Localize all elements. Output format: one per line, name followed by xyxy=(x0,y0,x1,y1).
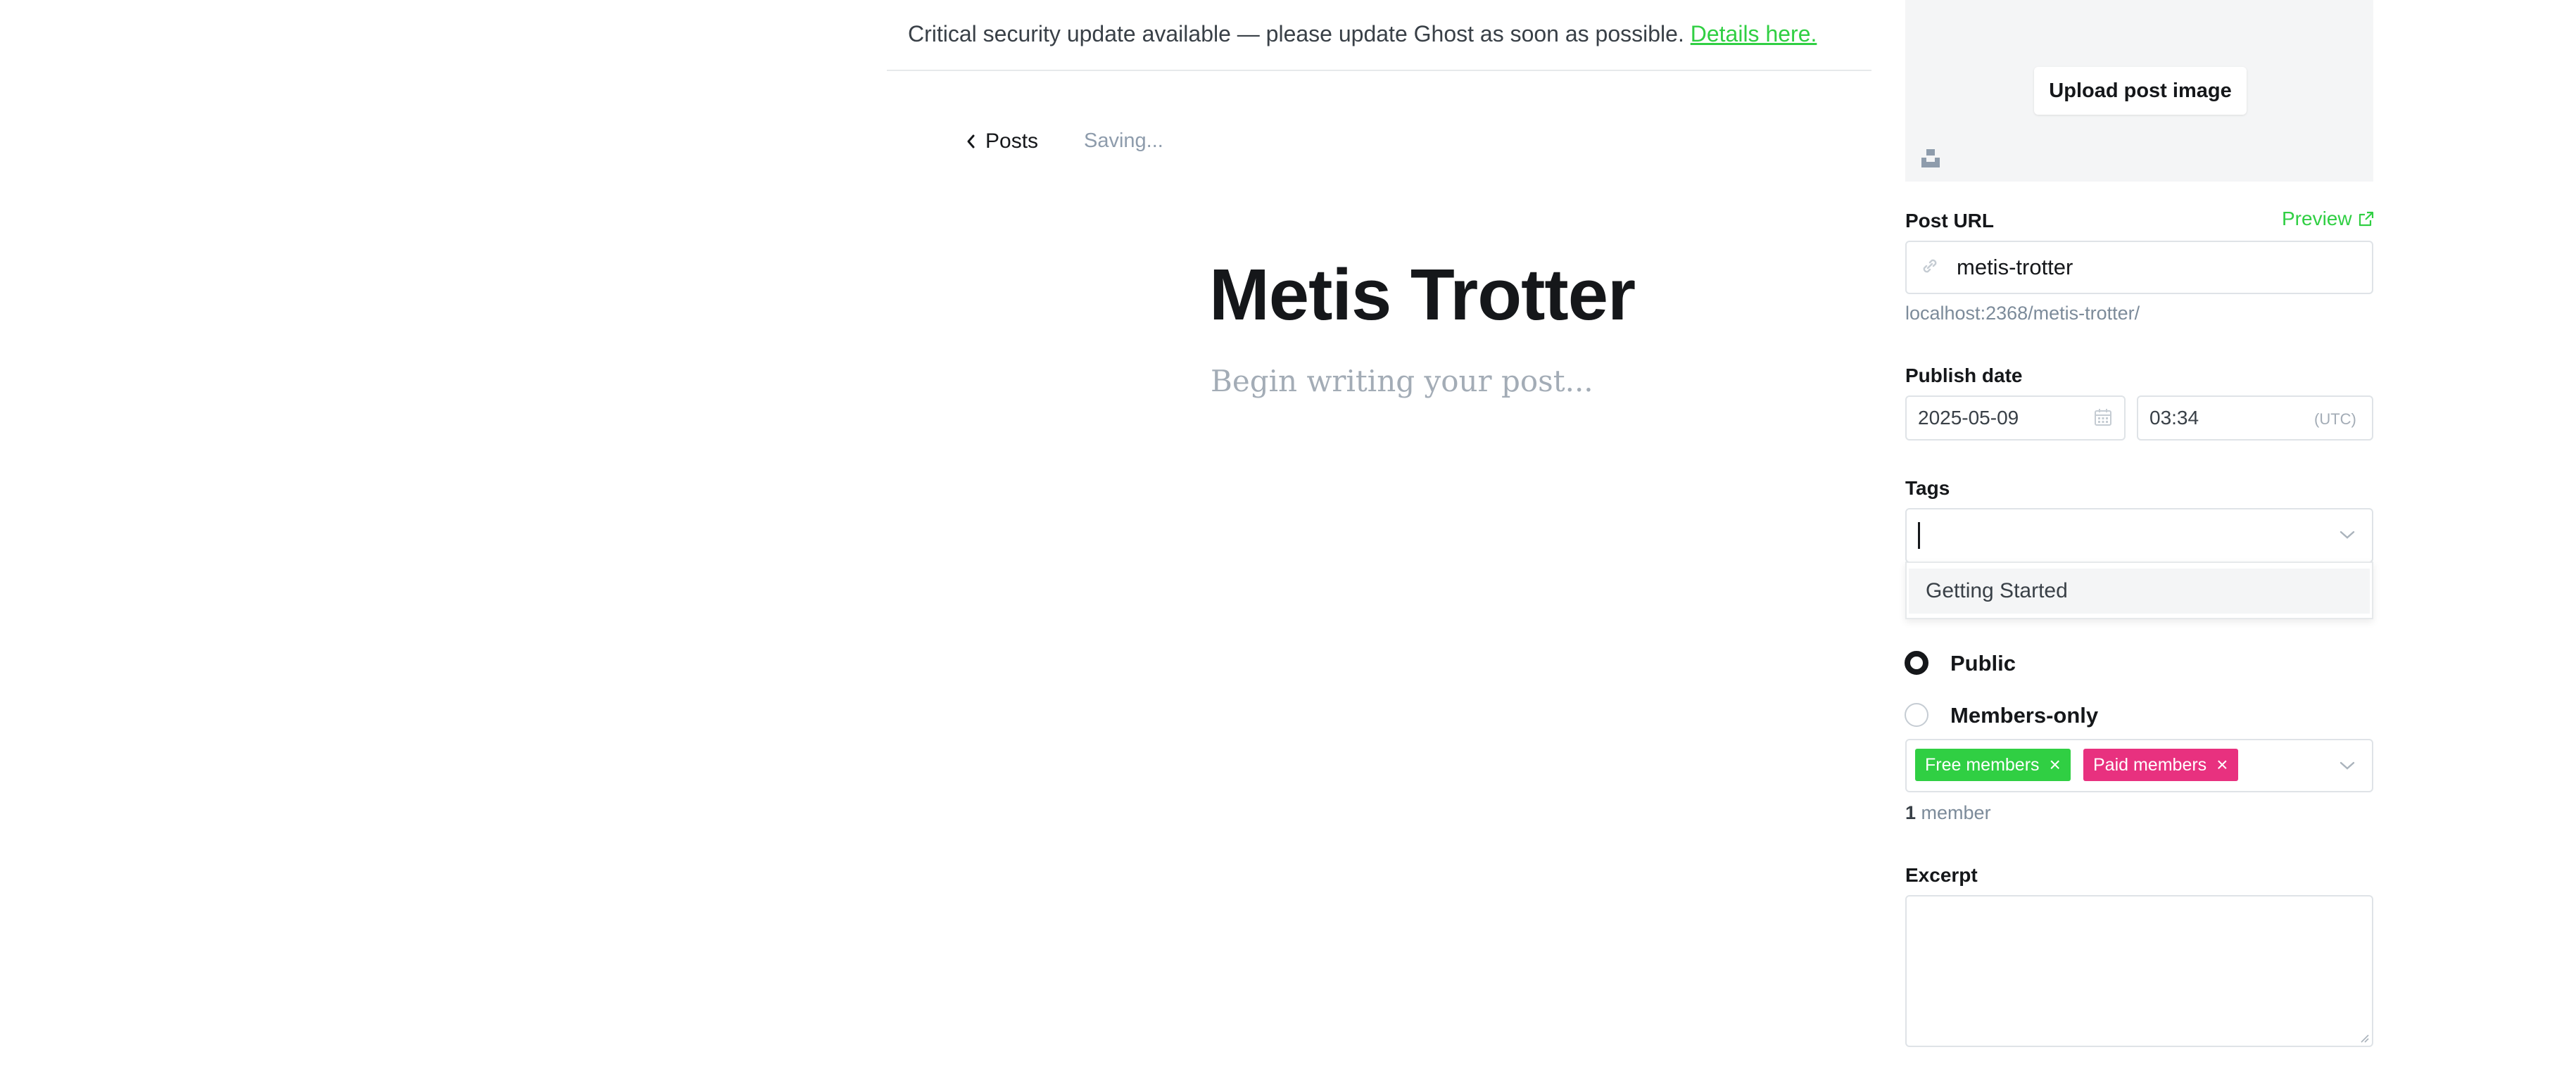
publish-time-value: 03:34 xyxy=(2149,407,2199,429)
text-cursor xyxy=(1918,522,1920,549)
chevron-left-icon xyxy=(967,134,975,148)
segment-chip-free: Free members × xyxy=(1915,749,2071,781)
preview-label: Preview xyxy=(2282,208,2352,229)
member-count-number: 1 xyxy=(1905,802,1917,823)
remove-paid-icon[interactable]: × xyxy=(2216,755,2228,775)
segment-paid-label: Paid members xyxy=(2093,754,2207,775)
segment-free-label: Free members xyxy=(1925,754,2040,775)
resize-handle-icon[interactable] xyxy=(2358,1032,2369,1043)
chevron-down-icon[interactable] xyxy=(2338,529,2356,540)
external-link-icon xyxy=(2359,211,2373,227)
unsplash-icon[interactable] xyxy=(1920,148,1941,169)
back-to-posts-link[interactable]: Posts xyxy=(966,129,1038,153)
post-full-url: localhost:2368/metis-trotter/ xyxy=(1905,303,2140,324)
excerpt-textarea[interactable] xyxy=(1905,895,2373,1047)
tag-option-getting-started[interactable]: Getting Started xyxy=(1909,569,2370,614)
post-url-value: metis-trotter xyxy=(1957,255,2073,279)
member-count: 1 member xyxy=(1905,802,1991,824)
publish-date-label: Publish date xyxy=(1905,365,2023,386)
segments-chevron-down-icon[interactable] xyxy=(2338,760,2356,771)
visibility-public-label[interactable]: Public xyxy=(1950,651,2016,676)
save-status: Saving... xyxy=(1084,129,1163,152)
member-count-label: member xyxy=(1921,802,1991,823)
preview-link[interactable]: Preview xyxy=(2282,208,2375,230)
post-url-label: Post URL xyxy=(1905,210,1994,232)
back-label: Posts xyxy=(985,129,1039,153)
segment-chip-paid: Paid members × xyxy=(2083,749,2238,781)
post-body-placeholder[interactable]: Begin writing your post... xyxy=(1211,364,1593,398)
visibility-members-label[interactable]: Members-only xyxy=(1950,703,2098,728)
timezone-label: (UTC) xyxy=(2314,410,2356,428)
visibility-members-radio[interactable] xyxy=(1905,703,1928,727)
update-banner: Critical security update available — ple… xyxy=(908,21,1817,47)
banner-details-link[interactable]: Details here. xyxy=(1691,21,1817,46)
post-title[interactable]: Metis Trotter xyxy=(1209,253,1636,336)
publish-date-value: 2025-05-09 xyxy=(1918,407,2019,429)
link-icon xyxy=(1923,259,1937,273)
banner-divider xyxy=(887,70,1871,71)
excerpt-label: Excerpt xyxy=(1905,864,1978,886)
tags-label: Tags xyxy=(1905,477,1950,499)
calendar-icon[interactable] xyxy=(2094,408,2112,426)
remove-free-icon[interactable]: × xyxy=(2050,755,2061,775)
upload-post-image-button[interactable]: Upload post image xyxy=(2034,67,2247,115)
visibility-public-radio[interactable] xyxy=(1905,651,1928,675)
tags-input[interactable] xyxy=(1905,508,2373,563)
banner-message: Critical security update available — ple… xyxy=(908,21,1684,46)
